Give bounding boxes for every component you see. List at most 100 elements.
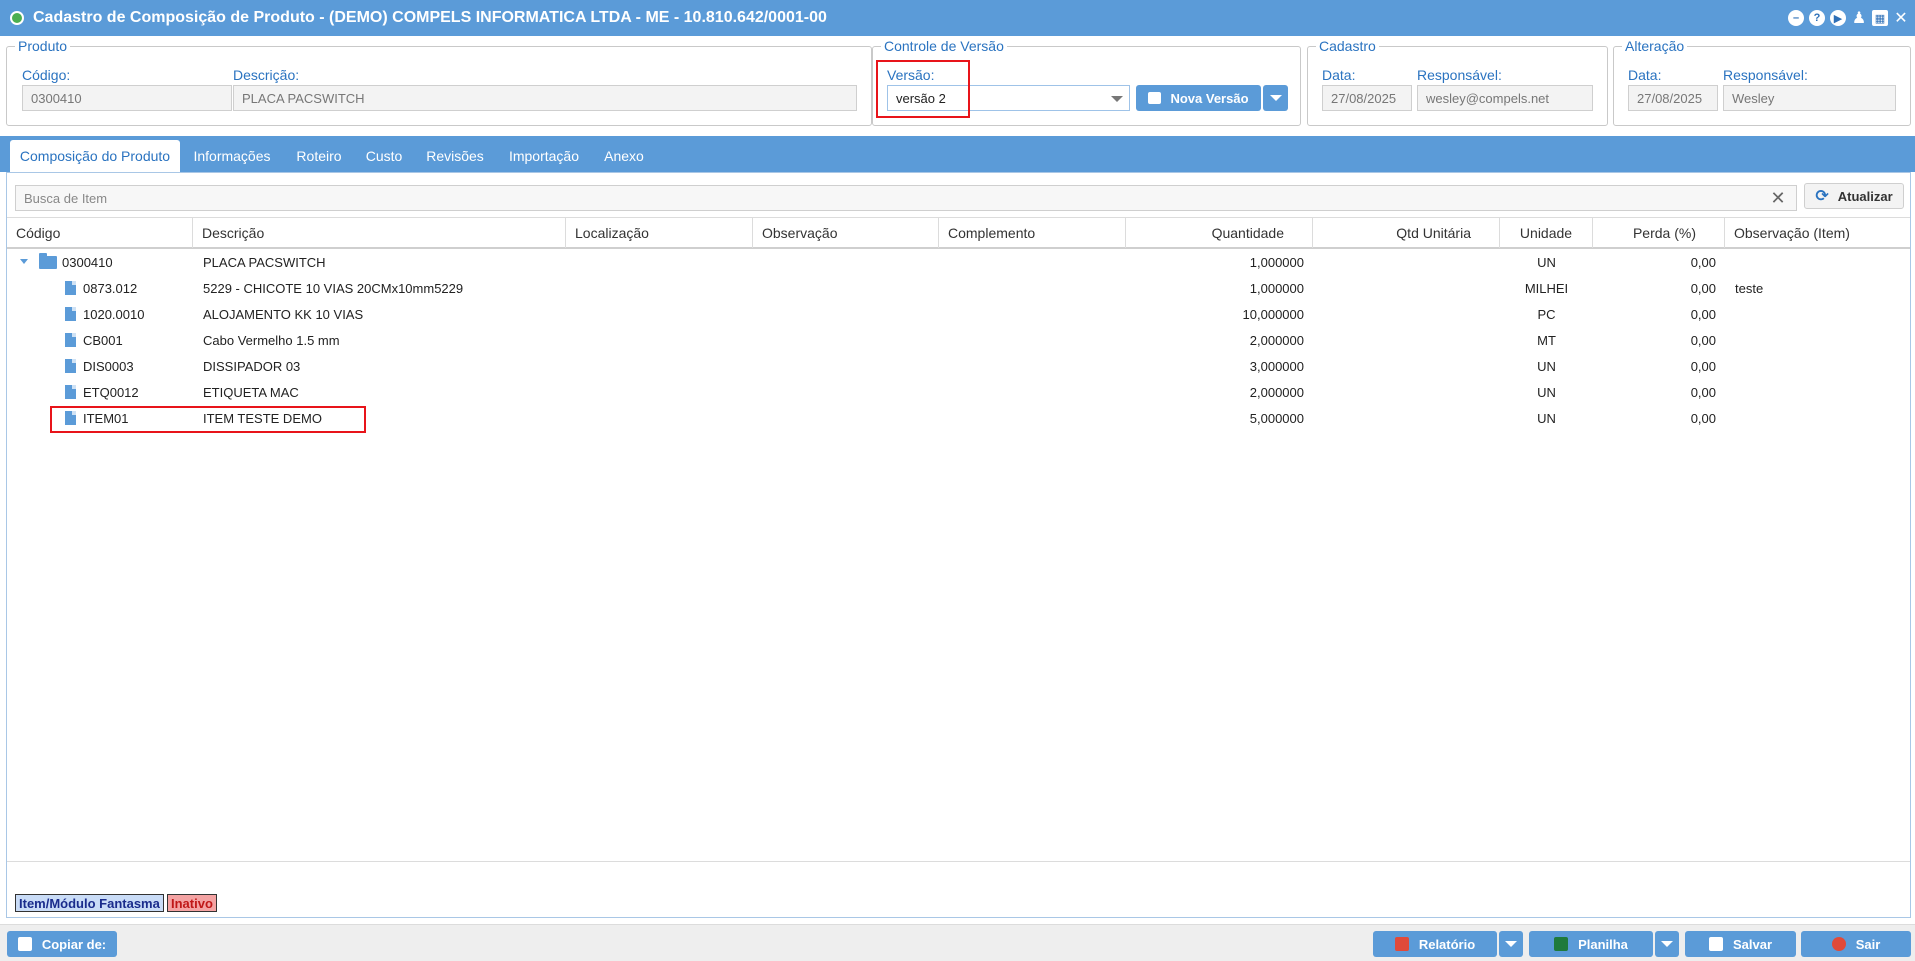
table-row[interactable]: 1020.0010 ALOJAMENTO KK 10 VIAS 10,00000… <box>7 302 1910 328</box>
cell-unidade: UN <box>1537 255 1556 270</box>
tab-informacoes[interactable]: Informações <box>186 140 278 172</box>
cell-descricao: 5229 - CHICOTE 10 VIAS 20CMx10mm5229 <box>203 281 464 296</box>
col-qtd-unitaria[interactable]: Qtd Unitária <box>1313 218 1500 248</box>
table-row[interactable]: ETQ0012 ETIQUETA MAC 2,000000 UN 0,00 <box>7 380 1910 406</box>
file-icon <box>65 281 76 295</box>
alteracao-data-field[interactable]: 27/08/2025 <box>1628 85 1718 111</box>
copiar-de-button[interactable]: Copiar de: <box>7 931 117 957</box>
tab-roteiro[interactable]: Roteiro <box>288 140 350 172</box>
tab-composicao[interactable]: Composição do Produto <box>10 140 180 172</box>
minimize-icon[interactable]: – <box>1788 10 1804 26</box>
versao-legend: Controle de Versão <box>881 38 1007 54</box>
cell-quantidade: 1,000000 <box>1249 255 1304 270</box>
tab-revisoes[interactable]: Revisões <box>418 140 492 172</box>
table-row[interactable]: DIS0003 DISSIPADOR 03 3,000000 UN 0,00 <box>7 354 1910 380</box>
cell-unidade: MT <box>1537 333 1556 348</box>
col-complemento[interactable]: Complemento <box>939 218 1126 248</box>
tab-importacao[interactable]: Importação <box>500 140 588 172</box>
cell-perda: 0,00 <box>1690 281 1716 296</box>
expand-toggle-icon[interactable] <box>20 259 28 264</box>
chevron-down-icon[interactable] <box>1111 96 1123 102</box>
table-row[interactable]: CB001 Cabo Vermelho 1.5 mm 2,000000 MT 0… <box>7 328 1910 354</box>
cell-quantidade: 10,000000 <box>1242 307 1304 322</box>
alteracao-responsavel-label: Responsável: <box>1723 67 1808 83</box>
clear-icon[interactable]: ✕ <box>1769 189 1787 207</box>
cell-codigo: 0300410 <box>62 255 113 270</box>
col-quantidade[interactable]: Quantidade <box>1126 218 1313 248</box>
cadastro-group: Cadastro Data: 27/08/2025 Responsável: w… <box>1307 38 1608 126</box>
tab-bar: Composição do Produto Informações Roteir… <box>0 136 1915 172</box>
col-observacao-item[interactable]: Observação (Item) <box>1725 218 1910 248</box>
col-descricao[interactable]: Descrição <box>193 218 566 248</box>
sair-label: Sair <box>1855 936 1881 952</box>
table-row[interactable]: 0300410 PLACA PACSWITCH 1,000000 UN 0,00 <box>7 250 1910 276</box>
cell-perda: 0,00 <box>1690 307 1716 322</box>
cell-quantidade: 2,000000 <box>1249 333 1304 348</box>
play-icon[interactable]: ▶ <box>1830 10 1846 26</box>
codigo-label: Código: <box>22 67 71 83</box>
relatorio-dropdown[interactable] <box>1499 931 1523 957</box>
alteracao-legend: Alteração <box>1622 38 1688 54</box>
planilha-label: Planilha <box>1578 936 1628 952</box>
file-icon <box>65 333 76 347</box>
close-icon[interactable]: ✕ <box>1893 10 1909 27</box>
chevron-down-icon <box>1269 95 1282 101</box>
relatorio-label: Relatório <box>1418 936 1476 952</box>
nova-versao-dropdown[interactable] <box>1263 85 1288 111</box>
cadastro-responsavel-field[interactable]: wesley@compels.net <box>1417 85 1593 111</box>
cell-descricao: DISSIPADOR 03 <box>203 359 301 374</box>
file-icon <box>65 359 76 373</box>
grid-header: Código Descrição Localização Observação … <box>7 217 1910 249</box>
cell-quantidade: 1,000000 <box>1249 281 1304 296</box>
alteracao-responsavel-field[interactable]: Wesley <box>1723 85 1896 111</box>
col-localizacao[interactable]: Localização <box>566 218 753 248</box>
inativo-badge: Inativo <box>167 894 217 912</box>
produto-legend: Produto <box>15 38 71 54</box>
alteracao-group: Alteração Data: 27/08/2025 Responsável: … <box>1613 38 1911 126</box>
col-unidade[interactable]: Unidade <box>1500 218 1593 248</box>
atualizar-button[interactable]: ⟳ Atualizar <box>1804 183 1904 209</box>
codigo-field[interactable]: 0300410 <box>22 85 232 111</box>
help-icon[interactable]: ? <box>1809 10 1825 26</box>
excel-icon <box>1554 937 1569 951</box>
salvar-button[interactable]: Salvar <box>1685 931 1796 957</box>
file-icon <box>65 385 76 399</box>
cell-unidade: UN <box>1537 385 1556 400</box>
cell-unidade: UN <box>1537 359 1556 374</box>
cell-descricao: PLACA PACSWITCH <box>203 255 326 270</box>
fantasma-badge: Item/Módulo Fantasma <box>15 894 164 912</box>
window-title: Cadastro de Composição de Produto - (DEM… <box>33 9 827 26</box>
grid-footer-divider <box>7 861 1910 862</box>
save-icon <box>1148 92 1162 104</box>
sair-button[interactable]: Sair <box>1801 931 1911 957</box>
cadastro-responsavel-label: Responsável: <box>1417 67 1502 83</box>
tab-custo[interactable]: Custo <box>358 140 410 172</box>
planilha-button[interactable]: Planilha <box>1529 931 1653 957</box>
cell-descricao: ALOJAMENTO KK 10 VIAS <box>203 307 364 322</box>
cell-descricao: Cabo Vermelho 1.5 mm <box>203 333 340 348</box>
table-row[interactable]: 0873.012 5229 - CHICOTE 10 VIAS 20CMx10m… <box>7 276 1910 302</box>
col-codigo[interactable]: Código <box>7 218 193 248</box>
composicao-panel: Busca de Item ✕ ⟳ Atualizar Código Descr… <box>6 172 1911 918</box>
calendar-icon[interactable]: ▦ <box>1872 10 1888 26</box>
bottom-toolbar: Copiar de: Relatório Planilha Salvar Sai… <box>0 924 1915 961</box>
search-input[interactable]: Busca de Item <box>15 185 1797 211</box>
relatorio-button[interactable]: Relatório <box>1373 931 1497 957</box>
cadastro-legend: Cadastro <box>1316 38 1379 54</box>
descricao-field[interactable]: PLACA PACSWITCH <box>233 85 857 111</box>
cell-perda: 0,00 <box>1690 359 1716 374</box>
tab-anexo[interactable]: Anexo <box>596 140 652 172</box>
nova-versao-button[interactable]: Nova Versão <box>1136 85 1261 111</box>
cadastro-data-field[interactable]: 27/08/2025 <box>1322 85 1412 111</box>
copy-icon <box>17 937 32 951</box>
pdf-icon <box>1394 937 1409 951</box>
cell-codigo: 0873.012 <box>83 281 138 296</box>
col-observacao[interactable]: Observação <box>753 218 939 248</box>
cell-perda: 0,00 <box>1690 411 1716 426</box>
col-perda[interactable]: Perda (%) <box>1593 218 1725 248</box>
planilha-dropdown[interactable] <box>1655 931 1679 957</box>
alteracao-data-label: Data: <box>1628 67 1662 83</box>
descricao-label: Descrição: <box>233 67 300 83</box>
bell-icon[interactable]: ♟ <box>1851 10 1867 27</box>
produto-group: Produto Código: 0300410 Descrição: PLACA… <box>6 38 872 126</box>
